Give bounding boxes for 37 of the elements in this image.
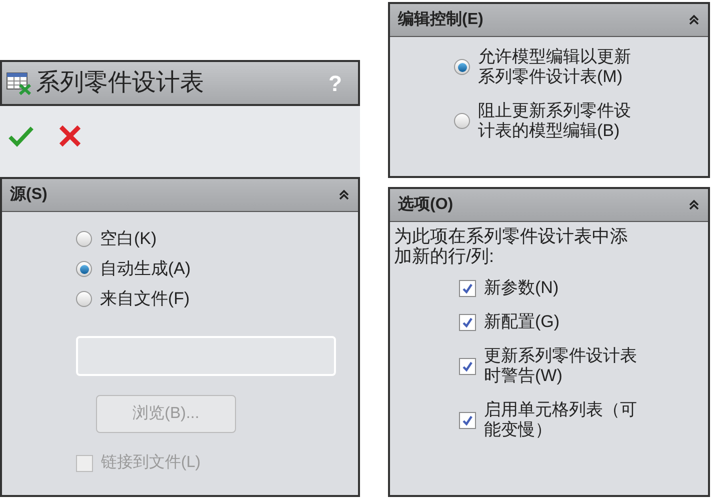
section-title: 选项(O) <box>398 194 454 215</box>
checkbox-label: 链接到文件(L) <box>101 452 201 473</box>
radio-label: 阻止更新系列零件设计表的模型编辑(B) <box>478 101 632 141</box>
collapse-icon[interactable] <box>338 189 350 201</box>
checkbox-label: 新参数(N) <box>484 278 560 298</box>
section-header[interactable]: 选项(O) <box>390 189 708 222</box>
options-description: 为此项在系列零件设计表中添加新的行/列: <box>393 225 629 266</box>
section-title: 源(S) <box>10 184 48 205</box>
checkmark-icon <box>462 282 473 294</box>
table-icon <box>6 71 32 95</box>
cancel-x-icon[interactable] <box>58 124 82 148</box>
ok-check-icon[interactable] <box>8 124 34 146</box>
section-header[interactable]: 编辑控制(E) <box>390 4 708 37</box>
radio-button[interactable] <box>454 113 470 129</box>
radio-label: 来自文件(F) <box>100 288 190 310</box>
checkbox[interactable] <box>459 412 476 428</box>
radio-button[interactable] <box>454 59 470 75</box>
radio-label: 空白(K) <box>100 228 157 250</box>
radio-button[interactable] <box>76 261 92 277</box>
checkbox[interactable] <box>459 280 476 296</box>
collapse-icon[interactable] <box>688 199 700 211</box>
section-header[interactable]: 源(S) <box>2 179 358 212</box>
checkmark-icon <box>462 414 473 426</box>
checkmark-icon <box>462 360 473 372</box>
radio-button[interactable] <box>76 291 92 307</box>
section-title: 编辑控制(E) <box>398 9 484 30</box>
radio-label: 自动生成(A) <box>100 258 191 280</box>
panel-title: 系列零件设计表 <box>36 68 205 98</box>
checkbox-label: 新配置(G) <box>484 312 561 332</box>
radio-button[interactable] <box>76 231 92 247</box>
checkbox[interactable] <box>459 314 476 330</box>
collapse-icon[interactable] <box>688 14 700 26</box>
checkbox[interactable] <box>459 358 476 374</box>
radio-label: 允许模型编辑以更新系列零件设计表(M) <box>478 47 632 87</box>
checkbox-label: 更新系列零件设计表时警告(W) <box>484 346 638 386</box>
checkmark-icon <box>462 316 473 328</box>
checkbox-label: 启用单元格列表（可能变慢） <box>484 400 638 440</box>
